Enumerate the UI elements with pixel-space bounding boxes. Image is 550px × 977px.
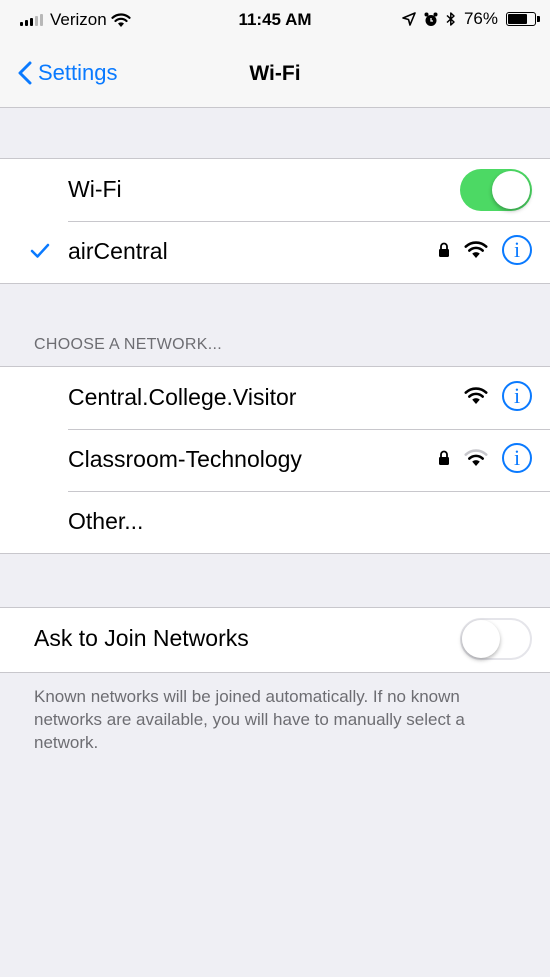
network-list: Central.College.Visitor i Classroom-Tech…	[0, 366, 550, 554]
wifi-signal-icon	[464, 387, 488, 404]
ask-to-join-group: Ask to Join Networks	[0, 607, 550, 673]
wifi-signal-icon	[464, 449, 488, 466]
ask-to-join-description: Known networks will be joined automatica…	[34, 687, 465, 752]
network-icons: i	[438, 443, 532, 473]
toggle-knob	[462, 620, 500, 658]
battery-fill	[508, 14, 528, 24]
navigation-bar: Settings Wi-Fi	[0, 40, 550, 108]
network-row[interactable]: Classroom-Technology i	[0, 429, 550, 491]
wifi-group: Wi-Fi airCentral i	[0, 158, 550, 284]
checkmark-icon	[30, 243, 50, 258]
wifi-label: Wi-Fi	[68, 176, 122, 202]
connected-network-name: airCentral	[68, 238, 168, 264]
ask-to-join-row: Ask to Join Networks	[0, 608, 550, 672]
info-icon[interactable]: i	[502, 381, 532, 411]
wifi-toggle-row: Wi-Fi	[0, 159, 550, 221]
network-icons: i	[464, 381, 532, 411]
toggle-knob	[492, 171, 530, 209]
network-name: Classroom-Technology	[68, 446, 302, 472]
bluetooth-icon	[446, 12, 455, 26]
other-network-row[interactable]: Other...	[0, 491, 550, 553]
alarm-icon	[424, 12, 438, 26]
status-bar: Verizon 11:45 AM 76%	[0, 0, 550, 40]
page-title: Wi-Fi	[249, 62, 301, 85]
ask-to-join-label: Ask to Join Networks	[34, 625, 249, 651]
info-icon[interactable]: i	[502, 443, 532, 473]
ask-to-join-toggle[interactable]	[460, 618, 532, 660]
wifi-toggle[interactable]	[460, 169, 532, 211]
wifi-signal-icon	[464, 241, 488, 258]
section-header: CHOOSE A NETWORK...	[34, 336, 222, 353]
other-network-label: Other...	[68, 508, 144, 534]
info-icon[interactable]: i	[502, 235, 532, 265]
network-row[interactable]: Central.College.Visitor i	[0, 367, 550, 429]
network-name: Central.College.Visitor	[68, 384, 297, 410]
status-right: 76%	[402, 9, 540, 29]
lock-icon	[439, 242, 449, 257]
connected-network-row[interactable]: airCentral i	[0, 221, 550, 283]
lock-icon	[439, 450, 449, 465]
battery-percent: 76%	[463, 9, 498, 28]
network-icons: i	[438, 235, 532, 265]
location-icon	[402, 12, 416, 26]
battery-icon	[506, 12, 540, 26]
